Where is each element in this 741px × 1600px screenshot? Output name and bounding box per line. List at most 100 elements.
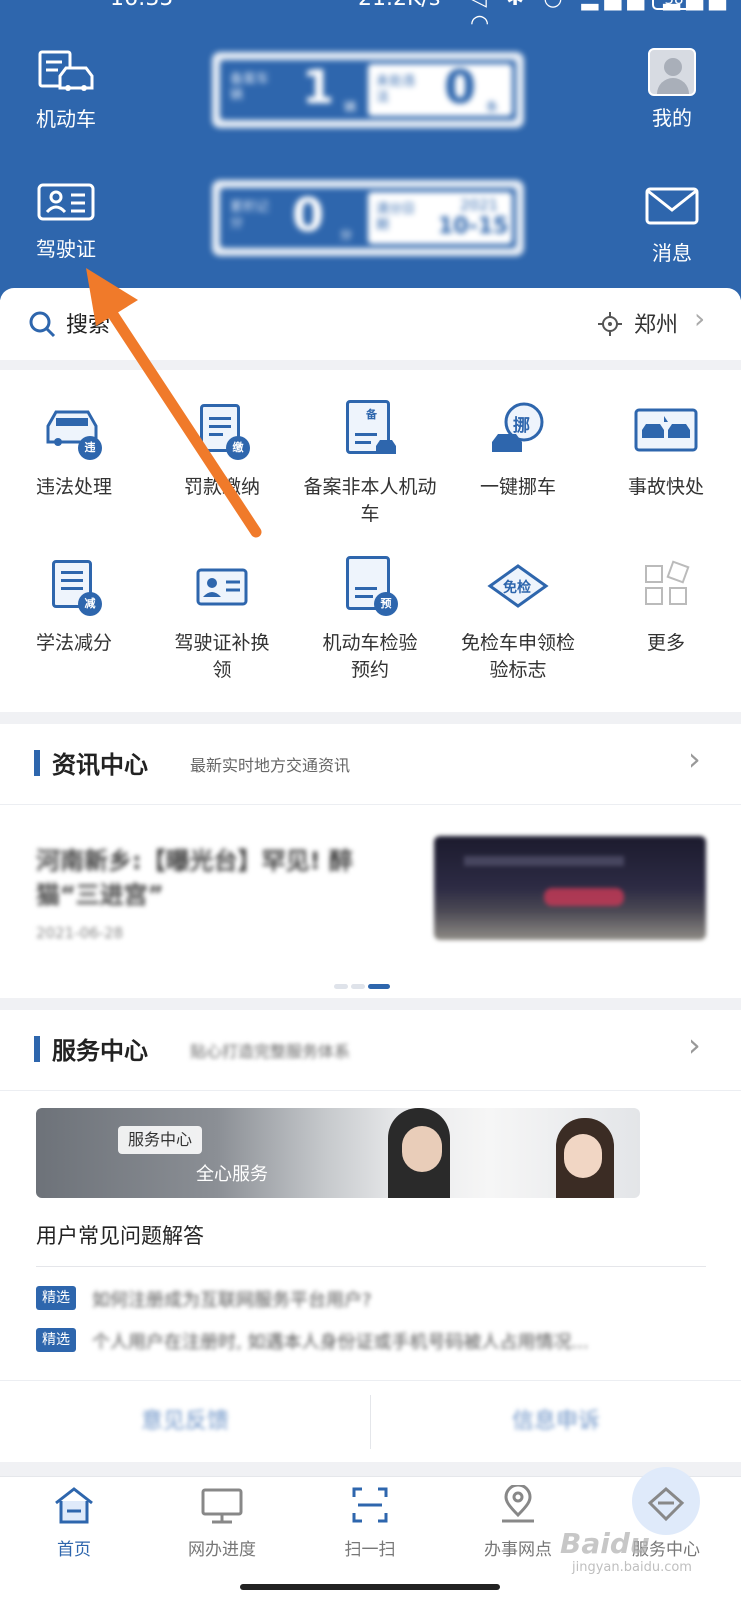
status-icons: ◁ ✱ ◷ ▂▄▆ ▂▄▆ ◠	[470, 0, 726, 36]
city-selector[interactable]: 郑州	[634, 307, 678, 339]
service-more[interactable]: 更多	[592, 554, 740, 657]
faq-text: 如何注册成为互联网服务平台用户?	[92, 1290, 372, 1311]
service-study-reduce-points[interactable]: 减 学法减分	[0, 554, 148, 657]
service-badge: 减	[78, 592, 102, 616]
accumulated-points-label: 累积记分	[230, 200, 270, 231]
home-icon	[55, 1487, 93, 1524]
service-banner[interactable]: 服务中心 全心服务	[36, 1108, 640, 1198]
news-subtitle: 最新实时地方交通资讯	[190, 756, 351, 775]
accumulated-points-value: 0	[292, 188, 325, 242]
clear-date-year: 2021	[460, 196, 499, 214]
battery-icon: 58	[652, 0, 696, 10]
accumulated-points-unit: 分	[340, 228, 353, 242]
service-exempt-inspection-label[interactable]: 免检 免检车申领检验标志	[444, 554, 592, 684]
service-badge: 备	[366, 408, 377, 421]
unhandled-violations-unit: 条	[486, 100, 499, 114]
banner-chip: 服务中心	[118, 1126, 203, 1154]
news-thumbnail	[434, 836, 706, 940]
section-marker	[34, 1036, 40, 1062]
service-register-nonowner-vehicle[interactable]: 备 备案非本人机动车	[296, 398, 444, 528]
id-card-icon	[190, 554, 254, 618]
bill-icon: 缴	[190, 398, 254, 462]
service-label: 事故快处	[627, 476, 704, 498]
tab-progress[interactable]: 网办进度	[148, 1485, 296, 1560]
location-crosshair-icon	[598, 312, 622, 336]
tab-scan[interactable]: 扫一扫	[296, 1467, 700, 1560]
feedback-row: 意见反馈 信息申诉	[0, 1380, 741, 1462]
service-label: 学法减分	[35, 632, 112, 654]
service-label: 违法处理	[35, 476, 112, 498]
service-center-header[interactable]: 服务中心 贴心打造完整服务体系 ›	[0, 1010, 741, 1086]
carousel-dots	[334, 974, 408, 989]
faq-title: 用户常见问题解答	[36, 1224, 204, 1248]
search-bar[interactable]: 搜索 郑州 ›	[0, 288, 741, 360]
vehicle-summary-card[interactable]: 备案车辆 1 辆 未处违法 0 条	[212, 52, 524, 128]
chevron-right-icon: ›	[694, 302, 706, 335]
messages-button[interactable]: 消息	[640, 186, 704, 266]
news-title: 资讯中心	[52, 751, 148, 779]
news-header[interactable]: 资讯中心 最新实时地方交通资讯 ›	[0, 724, 741, 800]
unhandled-violations-label: 未处违法	[376, 74, 416, 105]
service-license-replace[interactable]: 驾驶证补换领	[148, 554, 296, 684]
service-badge: 缴	[226, 436, 250, 460]
car-violation-icon: 违	[42, 398, 106, 462]
chevron-right-icon: ›	[688, 740, 701, 778]
vehicle-button[interactable]: 机动车	[30, 48, 102, 132]
header: 16:35 21.2K/s ◁ ✱ ◷ ▂▄▆ ▂▄▆ ◠ 58 机动车	[0, 0, 741, 300]
registered-vehicles-unit: 辆	[344, 100, 357, 114]
scan-icon	[352, 1487, 388, 1523]
news-item-title: 河南新乡:【曝光台】罕见! 醉猫“三进宫”	[36, 847, 353, 909]
bottom-tab-bar: 首页 网办进度 扫一扫 办事网点 服务中心 Baidu jingyan.baid…	[0, 1467, 741, 1600]
license-button[interactable]: 驾驶证	[30, 182, 102, 262]
license-label: 驾驶证	[36, 237, 96, 261]
news-item-date: 2021-06-28	[36, 924, 124, 942]
search-input[interactable]: 搜索	[66, 307, 110, 339]
exempt-diamond-icon: 免检	[486, 554, 550, 618]
faq-text: 个人用户在注册时, 如遇本人身份证或手机号码被人占用情况...	[92, 1332, 589, 1353]
network-speed: 21.2K/s	[358, 0, 440, 11]
service-fine-payment[interactable]: 缴 罚款缴纳	[148, 398, 296, 501]
search-icon	[29, 311, 56, 338]
inspection-icon: 预	[338, 554, 402, 618]
appeal-button[interactable]: 信息申诉	[371, 1381, 741, 1463]
study-icon: 减	[42, 554, 106, 618]
service-badge: 预	[374, 592, 398, 616]
service-center-section: 服务中心 贴心打造完整服务体系 › 服务中心 全心服务 用户常见问题解答 精选 …	[0, 1010, 741, 1382]
more-grid-icon	[634, 554, 698, 618]
registered-vehicles-count: 1	[302, 60, 335, 114]
chevron-right-icon: ›	[688, 1026, 701, 1064]
vehicle-label: 机动车	[36, 107, 96, 131]
banner-slogan: 全心服务	[196, 1164, 268, 1185]
service-label: 驾驶证补换领	[174, 632, 270, 681]
tab-label: 首页	[57, 1540, 91, 1560]
my-profile-button[interactable]: 我的	[640, 48, 704, 131]
service-grid: 违 违法处理 缴 罚款缴纳 备 备案非本人机动车 挪 一键挪车 事故快处 减 学…	[0, 370, 741, 712]
service-label: 机动车检验预约	[322, 632, 418, 681]
home-indicator[interactable]	[240, 1584, 500, 1590]
feedback-button[interactable]: 意见反馈	[0, 1381, 370, 1463]
move-car-icon: 挪	[486, 398, 550, 462]
vehicle-icon	[38, 50, 94, 91]
faq-item[interactable]: 精选 个人用户在注册时, 如遇本人身份证或手机号码被人占用情况...	[36, 1326, 696, 1354]
my-profile-label: 我的	[652, 106, 692, 130]
service-label: 罚款缴纳	[183, 476, 260, 498]
tab-home[interactable]: 首页	[0, 1485, 148, 1560]
service-violation-handling[interactable]: 违 违法处理	[0, 398, 148, 501]
baidu-watermark: Baidu jingyan.baidu.com	[560, 1527, 692, 1575]
messages-label: 消息	[652, 241, 692, 265]
service-move-car[interactable]: 挪 一键挪车	[444, 398, 592, 501]
service-inspection-booking[interactable]: 预 机动车检验预约	[296, 554, 444, 684]
faq-item[interactable]: 精选 如何注册成为互联网服务平台用户?	[36, 1284, 696, 1312]
clear-date-day: 10-15	[438, 214, 509, 239]
handshake-icon	[647, 1487, 685, 1522]
monitor-icon	[201, 1488, 243, 1524]
tab-label: 网办进度	[188, 1540, 256, 1560]
service-label: 备案非本人机动车	[303, 476, 437, 525]
license-summary-card[interactable]: 累积记分 0 分 清分日期 2021 10-15	[212, 180, 524, 256]
service-label: 更多	[646, 632, 685, 654]
service-badge: 免检	[503, 580, 531, 596]
service-accident-quick[interactable]: 事故快处	[592, 398, 740, 501]
faq-tag: 精选	[36, 1286, 76, 1310]
service-badge: 违	[78, 436, 102, 460]
service-label: 免检车申领检验标志	[460, 632, 575, 681]
